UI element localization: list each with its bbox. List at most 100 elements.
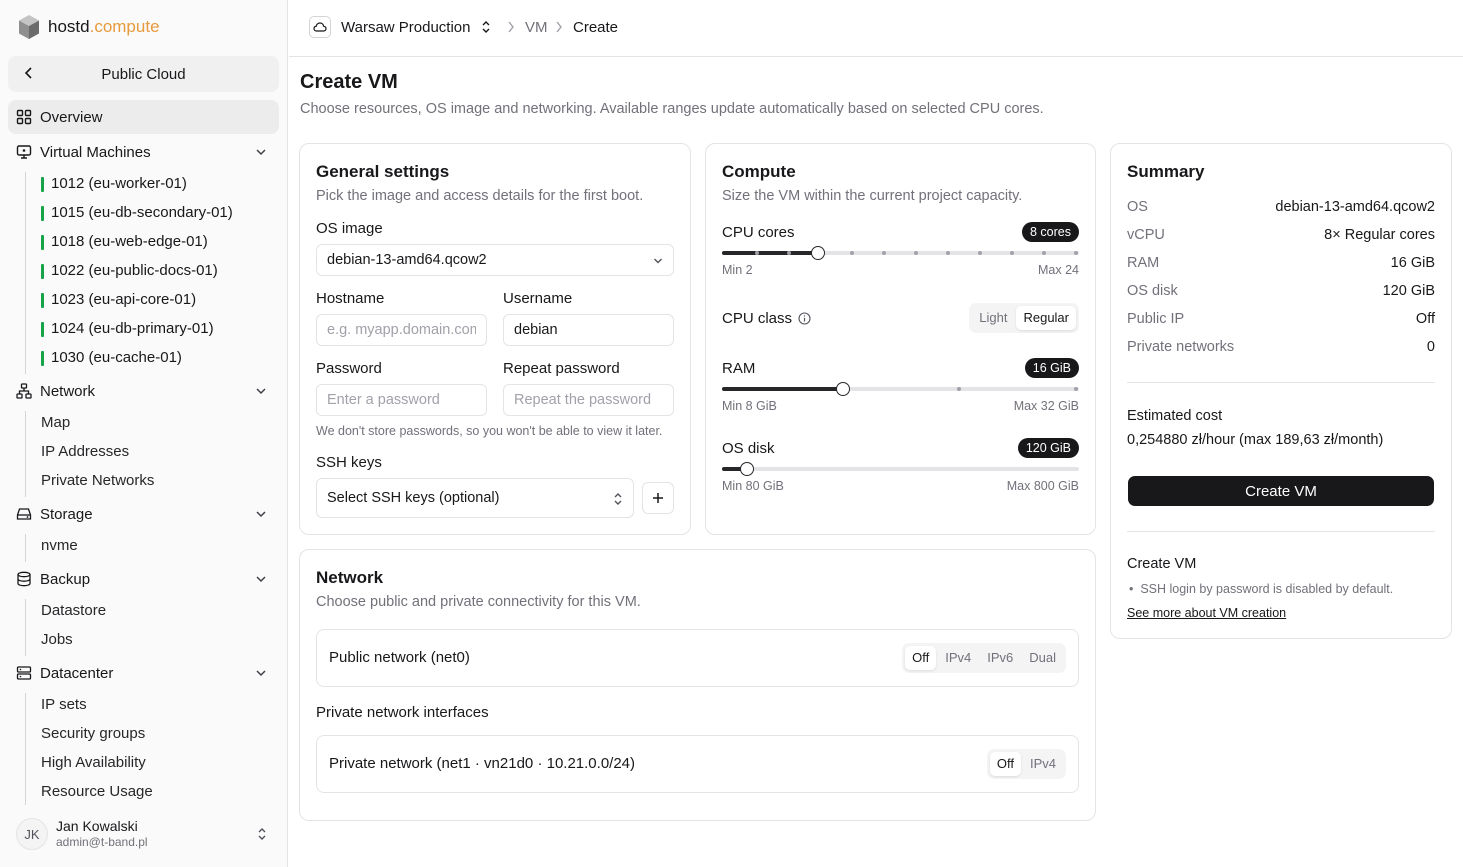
cpu-class-regular[interactable]: Regular bbox=[1016, 306, 1076, 330]
repeat-password-input[interactable] bbox=[503, 384, 674, 416]
summary-key: vCPU bbox=[1127, 227, 1165, 243]
username-input[interactable] bbox=[503, 314, 674, 346]
card-description: Size the VM within the current project c… bbox=[722, 188, 1023, 204]
brand-logo[interactable]: hostd.compute bbox=[18, 14, 160, 40]
brand-name: hostd bbox=[48, 17, 90, 36]
vm-label: 1018 (eu-web-edge-01) bbox=[51, 233, 208, 250]
public-network-toggle: Off IPv4 IPv6 Dual bbox=[902, 643, 1066, 673]
slider-tick bbox=[914, 251, 918, 255]
private-network-toggle: Off IPv4 bbox=[986, 749, 1066, 779]
private-off-option[interactable]: Off bbox=[989, 752, 1021, 776]
summary-row-vcpu: vCPU 8× Regular cores bbox=[1127, 227, 1435, 247]
info-title: Create VM bbox=[1127, 556, 1197, 572]
cube-icon bbox=[19, 15, 39, 39]
status-bar bbox=[41, 176, 44, 192]
summary-key: OS disk bbox=[1127, 283, 1178, 299]
slider-tick bbox=[1074, 251, 1078, 255]
public-dual-option[interactable]: Dual bbox=[1022, 646, 1063, 670]
sidebar-subitem-high-availability[interactable]: High Availability bbox=[41, 752, 146, 774]
os-disk-slider[interactable] bbox=[722, 462, 1079, 476]
sidebar-subitem-private-networks[interactable]: Private Networks bbox=[41, 470, 154, 492]
ssh-keys-select[interactable]: Select SSH keys (optional) bbox=[316, 478, 634, 518]
sidebar-subitem-datastore[interactable]: Datastore bbox=[41, 600, 106, 622]
vm-list-item[interactable]: 1018 (eu-web-edge-01) bbox=[41, 231, 208, 253]
public-ipv4-option[interactable]: IPv4 bbox=[938, 646, 978, 670]
slider-fill bbox=[722, 251, 818, 255]
card-title: Network bbox=[316, 568, 384, 587]
public-off-option[interactable]: Off bbox=[905, 646, 937, 670]
os-image-select[interactable]: debian-13-amd64.qcow2 bbox=[316, 244, 674, 276]
slider-thumb[interactable] bbox=[836, 382, 850, 396]
tree-line bbox=[25, 599, 26, 656]
password-input[interactable] bbox=[316, 384, 487, 416]
sidebar-item-datacenter[interactable]: Datacenter bbox=[8, 656, 279, 690]
public-cloud-back-button[interactable]: Public Cloud bbox=[8, 56, 279, 92]
tree-line bbox=[25, 172, 26, 374]
vm-creation-docs-link[interactable]: See more about VM creation bbox=[1127, 606, 1286, 620]
vm-list-item[interactable]: 1022 (eu-public-docs-01) bbox=[41, 260, 218, 282]
sidebar-subitem-map[interactable]: Map bbox=[41, 412, 70, 434]
cpu-class-light[interactable]: Light bbox=[972, 306, 1014, 330]
chevron-down-icon bbox=[256, 388, 266, 395]
summary-key: OS bbox=[1127, 199, 1148, 215]
card-title: General settings bbox=[316, 162, 450, 181]
sidebar-item-storage[interactable]: Storage bbox=[8, 497, 279, 531]
sidebar-item-overview[interactable]: Overview bbox=[8, 100, 279, 134]
vm-list-item[interactable]: 1015 (eu-db-secondary-01) bbox=[41, 202, 233, 224]
status-bar bbox=[41, 292, 44, 308]
create-vm-button[interactable]: Create VM bbox=[1128, 476, 1434, 506]
ram-slider[interactable] bbox=[722, 382, 1079, 396]
breadcrumb-create: Create bbox=[573, 19, 619, 36]
cpu-cores-badge: 8 cores bbox=[1022, 222, 1079, 242]
cpu-cores-slider[interactable] bbox=[722, 246, 1079, 260]
summary-value: 8× Regular cores bbox=[1324, 227, 1435, 243]
sidebar-item-label: Virtual Machines bbox=[40, 143, 151, 161]
sidebar-item-backup[interactable]: Backup bbox=[8, 562, 279, 596]
divider bbox=[1127, 531, 1435, 532]
breadcrumb-vm[interactable]: VM bbox=[525, 19, 548, 36]
vm-list-item[interactable]: 1024 (eu-db-primary-01) bbox=[41, 318, 214, 340]
card-title: Summary bbox=[1127, 162, 1205, 181]
sidebar-subitem-ip-sets[interactable]: IP sets bbox=[41, 694, 87, 716]
slider-tick bbox=[978, 251, 982, 255]
ssh-keys-placeholder: Select SSH keys (optional) bbox=[327, 490, 500, 506]
sidebar-item-network[interactable]: Network bbox=[8, 374, 279, 408]
password-label: Password bbox=[316, 360, 382, 377]
slider-thumb[interactable] bbox=[811, 246, 825, 260]
hostname-label: Hostname bbox=[316, 290, 385, 307]
sidebar-item-virtual-machines[interactable]: Virtual Machines bbox=[8, 135, 279, 169]
private-ipv4-option[interactable]: IPv4 bbox=[1023, 752, 1063, 776]
sidebar-subitem-nvme[interactable]: nvme bbox=[41, 535, 78, 557]
divider bbox=[1127, 382, 1435, 383]
info-icon[interactable] bbox=[798, 312, 811, 325]
vm-list-item[interactable]: 1012 (eu-worker-01) bbox=[41, 173, 187, 195]
sidebar-subitem-jobs[interactable]: Jobs bbox=[41, 629, 73, 651]
public-ipv6-option[interactable]: IPv6 bbox=[980, 646, 1020, 670]
add-ssh-key-button[interactable] bbox=[642, 482, 674, 514]
vm-list-item[interactable]: 1023 (eu-api-core-01) bbox=[41, 289, 196, 311]
estimated-cost-label: Estimated cost bbox=[1127, 408, 1223, 424]
status-bar bbox=[41, 263, 44, 279]
summary-row-os-disk: OS disk 120 GiB bbox=[1127, 283, 1435, 303]
vm-list-item[interactable]: 1030 (eu-cache-01) bbox=[41, 347, 182, 369]
os-image-value: debian-13-amd64.qcow2 bbox=[327, 252, 487, 268]
private-network-label: Private network (net1 · vn21d0 · 10.21.0… bbox=[329, 755, 636, 772]
user-menu[interactable]: JK Jan Kowalski admin@t-band.pl bbox=[16, 816, 278, 852]
user-name: Jan Kowalski bbox=[56, 818, 138, 834]
summary-value: Off bbox=[1415, 311, 1435, 327]
ram-badge: 16 GiB bbox=[1024, 358, 1079, 378]
project-switcher[interactable]: Warsaw Production bbox=[309, 16, 491, 38]
chevron-down-icon bbox=[256, 511, 266, 518]
summary-row-ram: RAM 16 GiB bbox=[1127, 255, 1435, 275]
chevron-down-icon bbox=[256, 576, 266, 583]
slider-fill bbox=[722, 387, 843, 391]
sidebar-item-label: Network bbox=[40, 382, 96, 400]
sidebar-subitem-resource-usage[interactable]: Resource Usage bbox=[41, 781, 153, 803]
chevron-left-icon bbox=[24, 67, 32, 79]
chevron-right-icon bbox=[508, 21, 514, 33]
sidebar-subitem-ip-addresses[interactable]: IP Addresses bbox=[41, 441, 129, 463]
hostname-input[interactable] bbox=[316, 314, 487, 346]
summary-card: Summary OS debian-13-amd64.qcow2 vCPU 8× R… bbox=[1110, 143, 1452, 639]
slider-thumb[interactable] bbox=[740, 462, 754, 476]
sidebar-subitem-security-groups[interactable]: Security groups bbox=[41, 723, 145, 745]
